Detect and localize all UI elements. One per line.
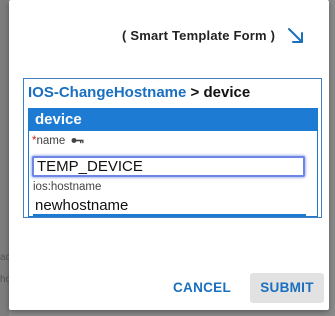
breadcrumb-parent-link[interactable]: IOS-ChangeHostname bbox=[28, 84, 186, 101]
dialog-title: ( Smart Template Form ) bbox=[122, 28, 276, 43]
breadcrumb-current: device bbox=[203, 84, 251, 101]
device-section: device *name ios:hostname bbox=[28, 108, 318, 217]
arrow-down-right-icon[interactable] bbox=[286, 26, 306, 46]
smart-template-dialog: ( Smart Template Form ) IOS-ChangeHostna… bbox=[9, 0, 329, 310]
name-field-label: *name bbox=[32, 135, 84, 147]
name-input[interactable] bbox=[32, 156, 305, 177]
breadcrumb: IOS-ChangeHostname > device bbox=[28, 84, 250, 101]
submit-button[interactable]: SUBMIT bbox=[250, 273, 324, 303]
breadcrumb-separator: > bbox=[190, 84, 200, 101]
key-icon bbox=[71, 135, 84, 147]
section-header: device bbox=[29, 108, 317, 131]
name-label-text: name bbox=[36, 135, 66, 148]
hostname-field-label: ios:hostname bbox=[33, 181, 102, 193]
modal-backdrop[interactable] bbox=[0, 0, 9, 316]
template-form: IOS-ChangeHostname > device device *name bbox=[23, 78, 322, 218]
cancel-button[interactable]: CANCEL bbox=[172, 273, 232, 303]
hostname-input[interactable] bbox=[33, 196, 306, 216]
